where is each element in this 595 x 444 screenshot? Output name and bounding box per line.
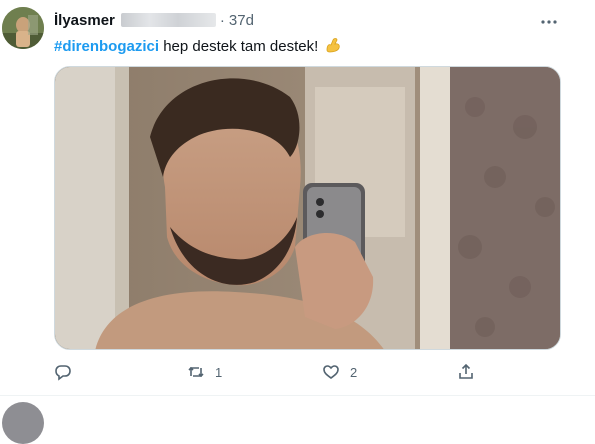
author-name[interactable]: İlyasmer (54, 12, 115, 29)
heart-icon (323, 365, 339, 379)
tweet-text: #direnbogazici hep destek tam destek! (54, 36, 342, 60)
next-tweet[interactable] (0, 396, 595, 406)
retweet-count: 1 (215, 364, 223, 380)
author-handle-blurred (120, 13, 216, 27)
next-tweet-avatar[interactable] (2, 402, 44, 444)
like-button[interactable]: 2 (322, 360, 357, 384)
share-button[interactable] (457, 360, 485, 384)
tweet-body-text: hep destek tam destek! (159, 38, 319, 55)
tweet-actions: 1 2 (54, 360, 484, 384)
like-count: 2 (350, 364, 358, 380)
share-icon (459, 363, 473, 379)
tweet-timestamp[interactable]: 37d (229, 12, 254, 29)
tweet-header: İlyasmer · 37d (54, 10, 254, 30)
tweet-photo[interactable] (54, 66, 561, 350)
retweet-button[interactable]: 1 (187, 360, 222, 384)
hashtag-link[interactable]: #direnbogazici (54, 38, 159, 55)
retweet-icon (188, 366, 204, 378)
reply-icon (55, 365, 71, 381)
author-avatar[interactable] (2, 7, 44, 49)
more-horizontal-icon[interactable] (539, 12, 559, 32)
tweet[interactable]: İlyasmer · 37d #direnbogazici hep destek… (0, 0, 595, 396)
reply-button[interactable] (54, 360, 82, 384)
separator-dot: · (219, 11, 225, 29)
flexed-biceps-emoji (324, 36, 342, 60)
